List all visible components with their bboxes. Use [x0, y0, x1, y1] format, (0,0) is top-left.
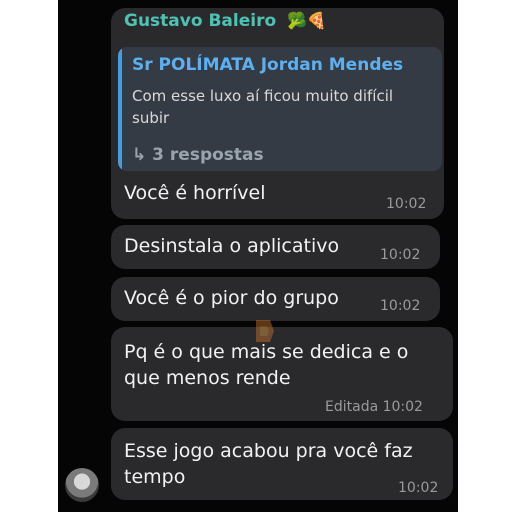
- watermark-logo-icon: [256, 320, 274, 342]
- quote-text: Com esse luxo aí ficou muito difícil sub…: [132, 87, 394, 127]
- message-text: Desinstala o aplicativo: [124, 235, 340, 257]
- sender-emoji: 🥦🍕: [287, 11, 327, 30]
- message-text: Você é horrível: [124, 182, 266, 204]
- quote-author: Sr POLÍMATA Jordan Mendes: [132, 55, 404, 75]
- message-time: 10:02: [386, 196, 427, 212]
- message-time: 10:02: [398, 480, 439, 496]
- message-text: Você é o pior do grupo: [124, 287, 339, 309]
- message-time: 10:02: [380, 247, 421, 263]
- message-text: Pq é o que mais se dedica e o que menos …: [124, 341, 409, 389]
- sender-avatar[interactable]: [65, 468, 99, 502]
- reply-quote[interactable]: Sr POLÍMATA Jordan Mendes Com esse luxo …: [118, 47, 442, 171]
- message-text: Esse jogo acabou pra você faz tempo: [124, 440, 413, 488]
- replies-link[interactable]: ↳ 3 respostas: [132, 145, 264, 165]
- message-time: Editada 10:02: [325, 399, 423, 415]
- quote-accent-bar: [118, 47, 122, 171]
- sender-name[interactable]: Gustavo Baleiro: [124, 11, 276, 31]
- message-time: 10:02: [380, 298, 421, 314]
